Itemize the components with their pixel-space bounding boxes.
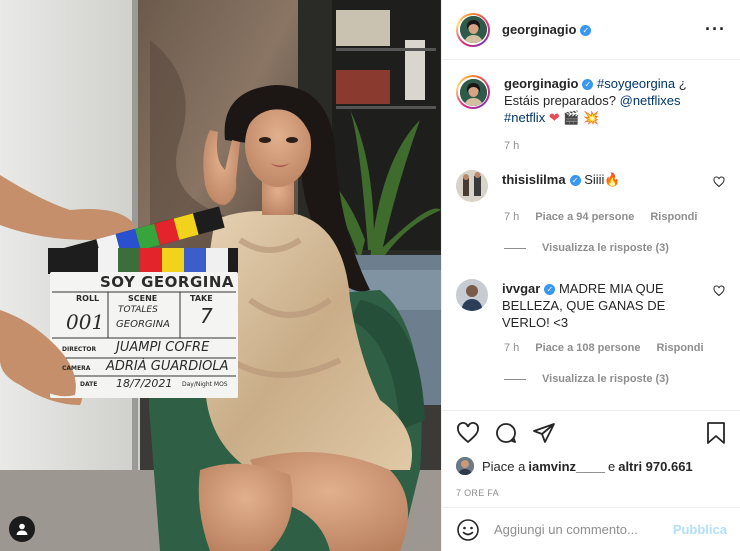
comments-section[interactable]: georginagio ✓ #soygeorgina ¿ Estáis prepa… <box>442 61 740 410</box>
clapboard-camera-label: CAMERA <box>62 365 91 372</box>
post-side-panel: georginagio ✓ ··· georginagio ✓ #soygeor… <box>441 0 740 551</box>
caption-emojis: ❤ 🎬 💥 <box>548 110 600 125</box>
commenter-avatar[interactable] <box>456 170 488 202</box>
clapboard-take-value: 7 <box>200 304 213 328</box>
avatar-image <box>459 78 487 106</box>
caption-hashtag-netflix[interactable]: #netflix <box>504 110 545 125</box>
emoji-smiley-icon[interactable] <box>456 518 480 542</box>
comment-text: thisislilma ✓ Siiii🔥 <box>502 171 621 188</box>
post-photo[interactable]: SOY GEORGINA ROLL SCENE TAKE 001 TOTALES… <box>0 0 441 551</box>
likes-middle: e <box>607 458 616 474</box>
author-username[interactable]: georginagio <box>502 22 576 37</box>
replies-divider <box>504 247 526 249</box>
clapboard-director-label: DIRECTOR <box>62 346 97 353</box>
comment-reply-button[interactable]: Rispondi <box>656 342 703 354</box>
comment-input[interactable] <box>494 522 673 537</box>
clapboard-scene-value-2: GEORGINA <box>116 319 170 330</box>
like-comment-heart-icon[interactable] <box>713 285 725 297</box>
author-username-row: georginagio ✓ <box>502 22 592 37</box>
comment-meta: 7 h Piace a 94 persone Rispondi <box>504 211 727 223</box>
caption-text: georginagio ✓ #soygeorgina ¿ Estáis prepa… <box>504 75 724 126</box>
verified-badge-icon: ✓ <box>582 79 594 90</box>
tagged-people-button[interactable] <box>9 516 35 542</box>
liker-avatar <box>456 457 474 475</box>
likes-others[interactable]: altri 970.661 <box>618 459 692 474</box>
save-bookmark-icon[interactable] <box>705 421 727 445</box>
comment-text: ivvgar ✓ MADRE MIA QUE BELLEZA, QUE GANAS… <box>502 280 702 331</box>
commenter-avatar[interactable] <box>456 279 488 311</box>
verified-badge-icon: ✓ <box>580 25 592 36</box>
verified-badge-icon: ✓ <box>544 284 556 295</box>
verified-badge-icon: ✓ <box>569 175 581 186</box>
comment-reply-button[interactable]: Rispondi <box>650 211 697 223</box>
avatar-image <box>459 16 487 43</box>
likes-prefix: Piace a <box>482 458 526 474</box>
caption-time[interactable]: 7 h <box>504 140 519 152</box>
clapboard-daynight-label: Day/Night MOS <box>182 381 228 388</box>
caption: georginagio ✓ #soygeorgina ¿ Estáis prepa… <box>456 75 727 126</box>
avatar-image <box>456 170 488 202</box>
clapboard-camera-value: ADRIÀ GUARDIOLA <box>106 359 229 374</box>
caption-username[interactable]: georginagio <box>504 76 578 91</box>
caption-mention-netflixes[interactable]: @netflixes <box>620 93 681 108</box>
clapboard-title: SOY GEORGINA <box>100 273 235 291</box>
like-heart-icon[interactable] <box>456 421 480 445</box>
likes-user[interactable]: iamvinz____ <box>528 459 605 474</box>
comment-body: Siiii🔥 <box>584 172 621 187</box>
comment-username[interactable]: thisislilma <box>502 172 566 187</box>
view-replies-label[interactable]: Visualizza le risposte (3) <box>542 242 669 254</box>
post-time-ago[interactable]: 7 ORE FA <box>456 488 727 498</box>
comment-likes[interactable]: Piace a 94 persone <box>535 211 634 223</box>
view-replies[interactable]: Visualizza le risposte (3) <box>504 242 727 254</box>
more-options-icon[interactable]: ··· <box>705 19 726 40</box>
action-icons <box>456 419 727 447</box>
instagram-post: SOY GEORGINA ROLL SCENE TAKE 001 TOTALES… <box>0 0 740 551</box>
share-paper-plane-icon[interactable] <box>532 421 556 445</box>
clapboard-date-label: DATE <box>80 381 98 388</box>
comment-likes[interactable]: Piace a 108 persone <box>535 342 640 354</box>
likes-summary[interactable]: Piace a iamvinz____ e altri 970.661 <box>456 457 727 475</box>
avatar-image <box>456 457 474 475</box>
post-header: georginagio ✓ ··· <box>442 0 740 60</box>
comment-icon[interactable] <box>494 421 518 445</box>
author-avatar[interactable] <box>456 12 490 47</box>
caption-hashtag-soygeorgina[interactable]: #soygeorgina <box>597 76 675 91</box>
person-icon <box>16 523 28 535</box>
avatar-image <box>456 279 488 311</box>
comment: thisislilma ✓ Siiii🔥 <box>456 170 727 202</box>
clapboard-director-value: JUAMPI COFRE <box>116 340 210 355</box>
replies-divider <box>504 378 526 380</box>
view-replies[interactable]: Visualizza le risposte (3) <box>504 373 727 385</box>
clapboard-scene-value-1: TOTALES <box>118 305 158 315</box>
like-comment-heart-icon[interactable] <box>713 176 725 188</box>
comment-meta: 7 h Piace a 108 persone Rispondi <box>504 342 727 354</box>
clapboard-roll-label: ROLL <box>76 294 100 303</box>
caption-avatar[interactable] <box>456 75 490 109</box>
comment-time[interactable]: 7 h <box>504 211 519 223</box>
view-replies-label[interactable]: Visualizza le risposte (3) <box>542 373 669 385</box>
comment-username[interactable]: ivvgar <box>502 281 540 296</box>
clapboard-roll-value: 001 <box>66 310 105 334</box>
comment: ivvgar ✓ MADRE MIA QUE BELLEZA, QUE GANAS… <box>456 279 727 331</box>
add-comment-bar: Pubblica <box>442 507 740 551</box>
clapboard-scene-label: SCENE <box>128 294 158 303</box>
comment-time[interactable]: 7 h <box>504 342 519 354</box>
clapboard-take-label: TAKE <box>190 294 213 303</box>
post-actions: Piace a iamvinz____ e altri 970.661 7 OR… <box>442 410 740 498</box>
publish-button[interactable]: Pubblica <box>673 522 727 537</box>
caption-meta: 7 h <box>504 140 727 152</box>
clapboard-date-value: 18/7/2021 <box>116 377 173 390</box>
